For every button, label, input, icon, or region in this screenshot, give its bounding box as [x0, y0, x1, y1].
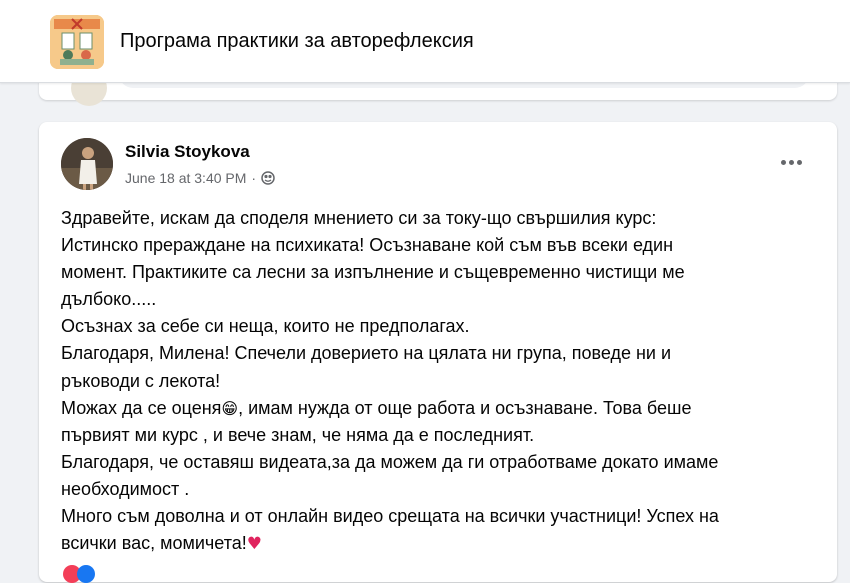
group-title[interactable]: Програма практики за авторефлексия	[120, 30, 474, 53]
meta-separator: ·	[251, 170, 257, 186]
post-line: необходимост .	[61, 478, 190, 499]
author-avatar[interactable]	[61, 138, 113, 190]
post-line-part: , имам нужда от още работа и осъзнаване.…	[238, 397, 692, 418]
post-text: Здравейте, искам да споделя мнението си …	[61, 205, 821, 558]
post-line-part: Можах да се оценя	[61, 397, 222, 418]
grin-emoji-icon: 😁	[221, 398, 239, 418]
heart-emoji-icon: ♥	[246, 534, 263, 555]
like-reaction-icon	[77, 565, 95, 583]
globe-icon[interactable]	[261, 171, 275, 185]
post-card: Silvia Stoykova June 18 at 3:40 PM · Здр…	[39, 122, 837, 583]
reaction-icons[interactable]	[63, 565, 113, 583]
post-line: Благодаря, Милена! Спечели доверието на …	[61, 343, 672, 364]
more-options-icon[interactable]	[775, 148, 807, 176]
post-line: Истинско прераждане на психиката! Осъзна…	[61, 235, 674, 256]
post-line-part: всички вас, момичета!	[61, 533, 247, 554]
post-line: всички вас, момичета!♥	[61, 530, 821, 558]
post-meta: June 18 at 3:40 PM ·	[125, 170, 275, 186]
group-header-bar: Програма практики за авторефлексия	[0, 0, 850, 83]
post-line: Много съм доволна и от онлайн видео срещ…	[61, 506, 719, 527]
author-name[interactable]: Silvia Stoykova	[125, 142, 250, 162]
group-cover-image	[50, 15, 104, 69]
author-photo	[61, 138, 113, 190]
post-line: първият ми курс , и вече знам, че няма д…	[61, 424, 535, 445]
group-cover-thumbnail[interactable]	[50, 15, 104, 69]
post-line: Здравейте, искам да споделя мнението си …	[61, 208, 657, 228]
post-timestamp[interactable]: June 18 at 3:40 PM	[125, 170, 246, 186]
post-line: дълбоко.....	[61, 289, 157, 310]
post-line: ръководи с лекота!	[61, 370, 221, 391]
post-line: Благодаря, че оставяш видеата,за да може…	[61, 451, 719, 472]
post-line: Можах да се оценя😁, имам нужда от още ра…	[61, 395, 821, 422]
post-line: момент. Практиките са лесни за изпълнени…	[61, 262, 685, 283]
post-line: Осъзнах за себе си неща, които не предпо…	[61, 316, 470, 337]
